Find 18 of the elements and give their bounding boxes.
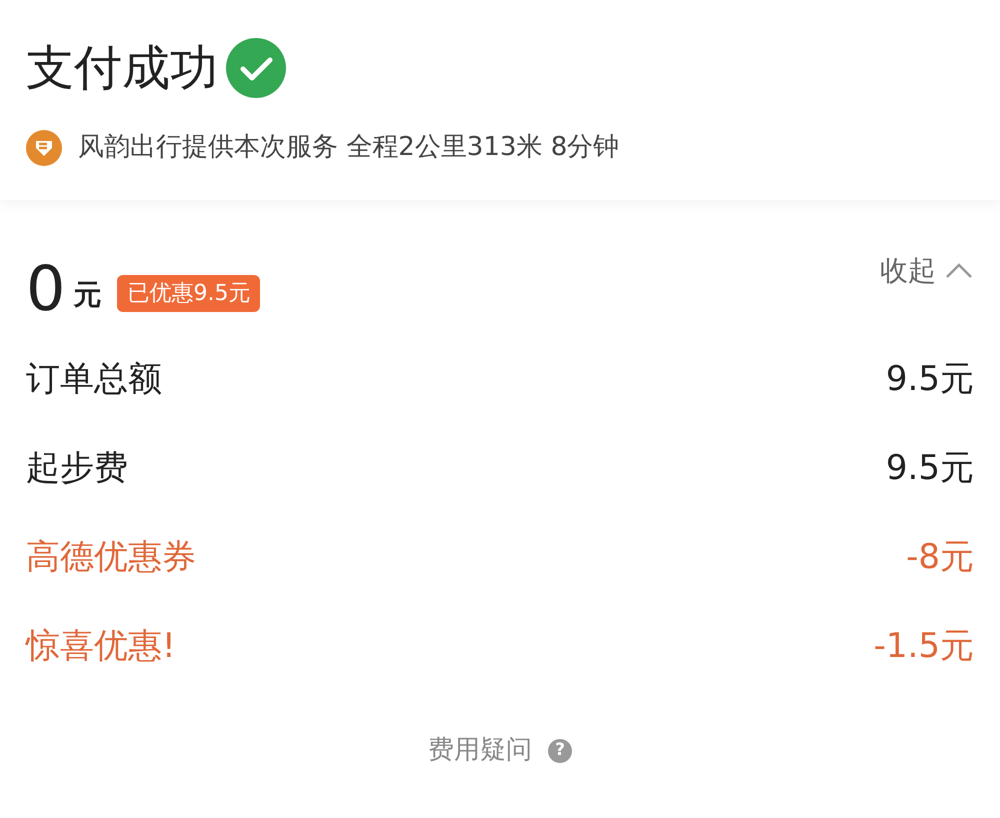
fee-label: 惊喜优惠! xyxy=(26,625,176,668)
currency-unit: 元 xyxy=(73,277,102,313)
fee-amount: 9.5元 xyxy=(886,447,974,490)
fee-label: 起步费 xyxy=(26,447,128,490)
amount-value: 0 xyxy=(26,258,66,320)
shield-icon xyxy=(26,130,62,166)
provider-text: 风韵出行提供本次服务 全程2公里313米 8分钟 xyxy=(78,131,620,164)
check-icon xyxy=(226,38,286,98)
discount-tag: 已优惠9.5元 xyxy=(117,275,260,312)
page-title: 支付成功 xyxy=(26,44,218,92)
fee-amount: -1.5元 xyxy=(874,625,974,668)
fee-amount: 9.5元 xyxy=(886,358,974,401)
collapse-toggle[interactable]: 收起 xyxy=(880,250,974,292)
fee-question-link[interactable]: 费用疑问 xyxy=(428,731,532,770)
fee-amount: -8元 xyxy=(906,536,974,579)
fee-label: 订单总额 xyxy=(26,358,162,401)
fee-label: 高德优惠券 xyxy=(26,536,196,579)
help-icon[interactable]: ? xyxy=(548,738,572,762)
